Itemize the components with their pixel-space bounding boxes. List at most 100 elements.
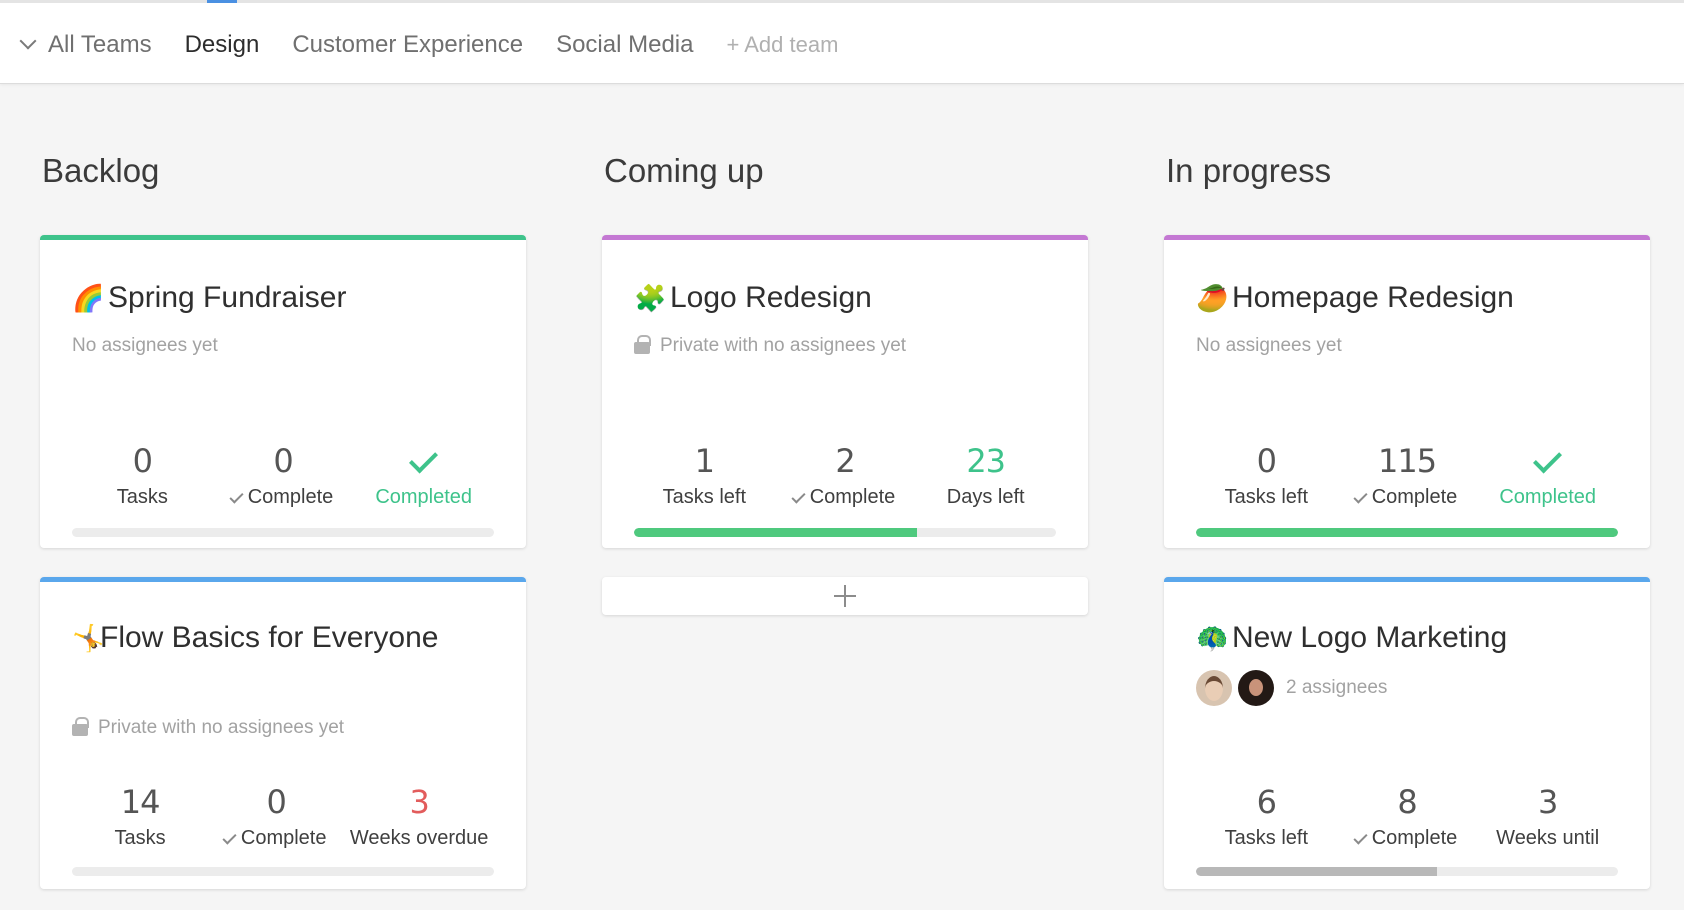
stat-value: 3 bbox=[409, 783, 429, 821]
progress-bar bbox=[1196, 528, 1618, 537]
project-title[interactable]: 🤸Flow Basics for Everyone bbox=[72, 616, 496, 660]
stat-completed: Completed bbox=[1477, 440, 1618, 509]
progress-bar bbox=[72, 528, 494, 537]
stat-label: Complete bbox=[775, 486, 916, 509]
stat-value: 1 bbox=[694, 442, 715, 480]
stat-tasks: 14 Tasks bbox=[72, 781, 208, 850]
project-card-flow-basics[interactable]: 🤸Flow Basics for Everyone Private with n… bbox=[40, 577, 526, 889]
puzzle-piece-icon: 🧩 bbox=[634, 283, 667, 313]
stat-label: Complete bbox=[213, 486, 354, 509]
add-project-button[interactable] bbox=[602, 577, 1088, 615]
project-card-homepage-redesign[interactable]: 🥭 Homepage Redesign No assignees yet 0 Ta… bbox=[1164, 235, 1650, 548]
stat-label: Weeks overdue bbox=[349, 827, 489, 849]
project-card-new-logo-marketing[interactable]: 🦚 New Logo Marketing 2 assignees 6 Tasks … bbox=[1164, 577, 1650, 889]
stat-value: 3 bbox=[1538, 783, 1558, 821]
stat-complete: 8 Complete bbox=[1337, 781, 1478, 850]
stat-value: 2 bbox=[835, 442, 855, 480]
stat-complete: 115 Complete bbox=[1337, 440, 1478, 509]
check-icon bbox=[222, 830, 237, 845]
progress-fill bbox=[634, 528, 917, 537]
person-cartwheeling-icon: 🤸 bbox=[72, 623, 105, 653]
stat-value: 6 bbox=[1256, 783, 1277, 821]
plus-icon bbox=[834, 585, 856, 607]
chevron-down-icon[interactable] bbox=[19, 32, 37, 50]
stat-tasks-left: 0 Tasks left bbox=[1196, 440, 1337, 509]
progress-bar bbox=[72, 867, 494, 876]
column-in-progress: In progress 🥭 Homepage Redesign No assign… bbox=[1164, 150, 1650, 889]
stat-value: 0 bbox=[273, 442, 293, 480]
check-icon bbox=[1353, 830, 1368, 845]
stat-label: Completed bbox=[375, 486, 473, 508]
tab-social-media[interactable]: Social Media bbox=[556, 3, 693, 87]
stat-label: Completed bbox=[1499, 486, 1597, 508]
rainbow-icon: 🌈 bbox=[72, 283, 105, 313]
assignees-text: No assignees yet bbox=[1196, 335, 1342, 356]
project-title[interactable]: 🦚 New Logo Marketing bbox=[1196, 616, 1620, 660]
column-title: Coming up bbox=[604, 152, 764, 189]
tab-all-teams[interactable]: All Teams bbox=[19, 3, 152, 87]
progress-bar bbox=[634, 528, 1056, 537]
project-card-spring-fundraiser[interactable]: 🌈 Spring Fundraiser No assignees yet 0 Ta… bbox=[40, 235, 526, 548]
stat-value bbox=[1477, 440, 1618, 482]
project-title[interactable]: 🥭 Homepage Redesign bbox=[1196, 276, 1620, 320]
stat-days-left: 23 Days left bbox=[915, 440, 1056, 509]
stat-value: 14 bbox=[120, 783, 161, 821]
stat-label: Tasks left bbox=[662, 486, 747, 508]
tab-design[interactable]: Design bbox=[185, 0, 259, 87]
assignees-text: Private with no assignees yet bbox=[634, 335, 906, 357]
progress-fill bbox=[1196, 867, 1437, 876]
stat-label: Tasks bbox=[116, 486, 168, 508]
project-stats: 1 Tasks left 2 Complete 23 Days left bbox=[634, 440, 1056, 509]
check-icon bbox=[229, 489, 244, 504]
stat-value: 115 bbox=[1377, 442, 1437, 480]
project-stats: 14 Tasks 0 Complete 3 Weeks overdue bbox=[72, 781, 494, 850]
stat-label: Tasks bbox=[114, 827, 166, 849]
mango-icon: 🥭 bbox=[1196, 283, 1229, 313]
column-coming-up: Coming up 🧩 Logo Redesign Private with no… bbox=[602, 150, 1088, 615]
add-team-button[interactable]: + Add team bbox=[726, 3, 838, 87]
stat-weeks-overdue: 3 Weeks overdue bbox=[344, 781, 494, 850]
project-card-logo-redesign[interactable]: 🧩 Logo Redesign Private with no assignees… bbox=[602, 235, 1088, 548]
progress-bar bbox=[1196, 867, 1618, 876]
checkmark-icon bbox=[1533, 444, 1563, 474]
project-stats: 6 Tasks left 8 Complete 3 Weeks until bbox=[1196, 781, 1618, 850]
stat-tasks-left: 1 Tasks left bbox=[634, 440, 775, 509]
check-icon bbox=[791, 489, 806, 504]
tab-all-teams-label: All Teams bbox=[48, 31, 152, 58]
assignees-text: No assignees yet bbox=[72, 335, 218, 356]
stat-label: Complete bbox=[1337, 827, 1478, 850]
stat-tasks-left: 6 Tasks left bbox=[1196, 781, 1337, 850]
column-title: Backlog bbox=[42, 152, 160, 189]
stat-weeks-until: 3 Weeks until bbox=[1477, 781, 1618, 850]
project-title[interactable]: 🌈 Spring Fundraiser bbox=[72, 276, 496, 320]
assignees-text: Private with no assignees yet bbox=[72, 717, 344, 739]
progress-fill bbox=[1196, 528, 1618, 537]
assignees-row: 2 assignees bbox=[1196, 670, 1387, 706]
column-backlog: Backlog 🌈 Spring Fundraiser No assignees … bbox=[40, 150, 526, 889]
project-stats: 0 Tasks 0 Complete Completed bbox=[72, 440, 494, 509]
stat-label: Tasks left bbox=[1224, 486, 1309, 508]
stat-value: 0 bbox=[266, 783, 287, 821]
avatar[interactable] bbox=[1238, 670, 1274, 706]
stat-complete: 0 Complete bbox=[213, 440, 354, 509]
stat-label: Weeks until bbox=[1496, 827, 1600, 849]
stat-label: Tasks left bbox=[1224, 827, 1309, 849]
assignees-count: 2 assignees bbox=[1286, 677, 1388, 698]
team-tabs: All Teams Design Customer Experience Soc… bbox=[19, 0, 871, 87]
avatar[interactable] bbox=[1196, 670, 1232, 706]
column-title: In progress bbox=[1166, 152, 1332, 189]
stat-label: Complete bbox=[208, 827, 344, 850]
stat-completed: Completed bbox=[353, 440, 494, 509]
check-icon bbox=[1353, 489, 1368, 504]
project-stats: 0 Tasks left 115 Complete Completed bbox=[1196, 440, 1618, 509]
tab-customer-experience[interactable]: Customer Experience bbox=[292, 3, 523, 87]
lock-icon bbox=[72, 717, 89, 736]
project-title[interactable]: 🧩 Logo Redesign bbox=[634, 276, 1058, 320]
stat-value: 0 bbox=[1256, 442, 1277, 480]
stat-value: 0 bbox=[132, 442, 153, 480]
team-navigation-bar: All Teams Design Customer Experience Soc… bbox=[0, 0, 1684, 84]
stat-value: 23 bbox=[966, 442, 1006, 480]
stat-label: Days left bbox=[946, 486, 1025, 508]
peacock-icon: 🦚 bbox=[1196, 623, 1229, 653]
stat-complete: 2 Complete bbox=[775, 440, 916, 509]
